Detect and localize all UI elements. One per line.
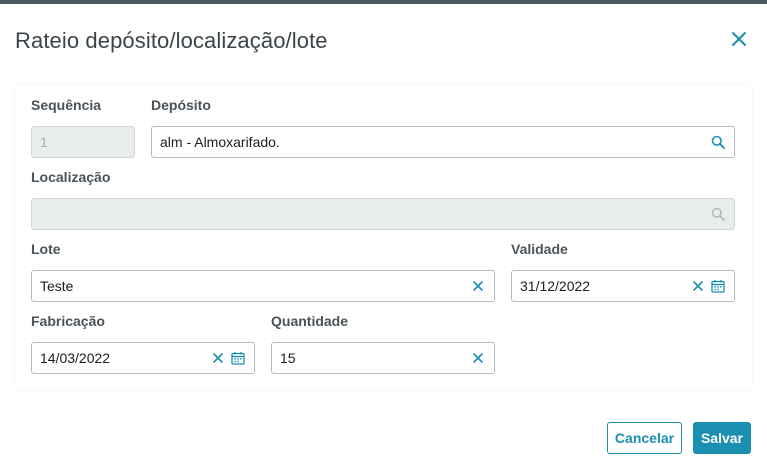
top-strip [0, 0, 767, 4]
quantidade-field[interactable]: 15 [271, 342, 495, 374]
calendar-icon[interactable] [710, 278, 726, 294]
validade-value[interactable]: 31/12/2022 [520, 278, 690, 294]
save-button[interactable]: Salvar [693, 422, 751, 454]
quantidade-label: Quantidade [271, 313, 349, 329]
clear-icon[interactable] [470, 278, 486, 294]
sequencia-value: 1 [40, 134, 48, 150]
dialog-title: Rateio depósito/localização/lote [15, 28, 328, 53]
quantidade-value[interactable]: 15 [280, 350, 470, 366]
sequencia-field: 1 [31, 126, 135, 158]
search-icon [710, 206, 726, 222]
localizacao-field [31, 198, 735, 230]
fabricacao-field[interactable]: 14/03/2022 [31, 342, 255, 374]
sequencia-label: Sequência [31, 97, 102, 113]
fabricacao-value[interactable]: 14/03/2022 [40, 350, 210, 366]
deposito-field[interactable]: alm - Almoxarifado. [151, 126, 735, 158]
deposito-label: Depósito [151, 97, 211, 113]
calendar-icon[interactable] [230, 350, 246, 366]
lote-value[interactable]: Teste [40, 278, 470, 294]
clear-icon[interactable] [470, 350, 486, 366]
deposito-value[interactable]: alm - Almoxarifado. [160, 134, 710, 150]
localizacao-label: Localização [31, 169, 111, 185]
lote-field[interactable]: Teste [31, 270, 495, 302]
clear-icon[interactable] [210, 350, 226, 366]
validade-field[interactable]: 31/12/2022 [511, 270, 735, 302]
validade-label: Validade [511, 241, 568, 257]
fabricacao-label: Fabricação [31, 313, 105, 329]
close-icon[interactable] [727, 27, 751, 51]
cancel-button[interactable]: Cancelar [607, 422, 682, 454]
search-icon[interactable] [710, 134, 726, 150]
lote-label: Lote [31, 241, 61, 257]
clear-icon[interactable] [690, 278, 706, 294]
